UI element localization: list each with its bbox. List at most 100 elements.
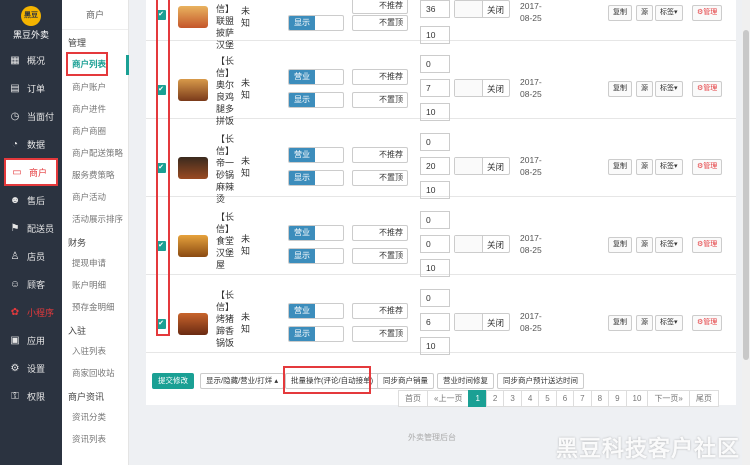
scrollbar-thumb[interactable] [743, 30, 749, 360]
sort-input[interactable]: 7 [420, 79, 450, 97]
sort-input[interactable]: 36 [420, 0, 450, 18]
tags-button[interactable]: 标签▾ [655, 315, 683, 331]
source-button[interactable]: 源 [636, 159, 653, 175]
manage-button[interactable]: ⚙管理 [692, 81, 723, 97]
sort-input-0[interactable]: 0 [420, 55, 450, 73]
source-button[interactable]: 源 [636, 237, 653, 253]
nav-item[interactable]: ▣ 应用 [0, 326, 62, 354]
nav-item[interactable]: ▤ 订单 [0, 74, 62, 102]
close-switch[interactable]: 关闭 [454, 157, 510, 175]
nav-item[interactable]: ☺ 顾客 [0, 270, 62, 298]
sub-nav-item[interactable]: 活动展示排序 [62, 208, 128, 230]
page-link[interactable]: 尾页 [688, 390, 719, 407]
nav-item[interactable]: ⚙ 设置 [0, 354, 62, 382]
tags-button[interactable]: 标签▾ [655, 237, 683, 253]
nav-item[interactable]: ▦ 概况 [0, 46, 62, 74]
pin-toggle[interactable]: 不置顶 [352, 248, 408, 264]
nav-item[interactable]: ♙ 店员 [0, 242, 62, 270]
sort-input-0[interactable]: 0 [420, 289, 450, 307]
nav-item[interactable]: ◷ 当面付 [0, 102, 62, 130]
sort-input[interactable]: 0 [420, 235, 450, 253]
source-button[interactable]: 源 [636, 5, 653, 21]
manage-button[interactable]: ⚙管理 [692, 5, 723, 21]
nav-item[interactable]: ▭ 商户 [4, 158, 58, 186]
copy-button[interactable]: 复制 [608, 159, 632, 175]
sub-nav-item[interactable]: 商户账户 [62, 76, 128, 98]
sub-nav-item[interactable]: 商户进件 [62, 98, 128, 120]
close-switch[interactable]: 关闭 [454, 79, 510, 97]
sub-nav-item[interactable]: 账户明细 [62, 274, 128, 296]
display-toggle[interactable]: 显示 [288, 92, 344, 108]
page-link[interactable]: 6 [555, 390, 575, 407]
sync-delivery-time-button[interactable]: 同步商户预计送达时间 [497, 373, 584, 389]
sub-nav-item[interactable]: 提现申请 [62, 252, 128, 274]
sort-input[interactable]: 20 [420, 157, 450, 175]
pin-toggle[interactable]: 不置顶 [352, 92, 408, 108]
pin-toggle[interactable]: 不置顶 [352, 15, 408, 31]
page-link[interactable]: 下一页» [647, 390, 690, 407]
tags-button[interactable]: 标签▾ [655, 5, 683, 21]
page-link[interactable]: «上一页 [427, 390, 470, 407]
sub-nav-item[interactable]: 商户配送策略 [62, 142, 128, 164]
sort-input-0[interactable]: 0 [420, 211, 450, 229]
manage-button[interactable]: ⚙管理 [692, 237, 723, 253]
nav-item[interactable]: ◔ 数据 [0, 130, 62, 158]
tags-button[interactable]: 标签▾ [655, 81, 683, 97]
display-toggle[interactable]: 显示 [288, 326, 344, 342]
close-switch[interactable]: 关闭 [454, 313, 510, 331]
sort-input-2[interactable]: 10 [420, 337, 450, 355]
nav-item[interactable]: ⚿ 权限 [0, 382, 62, 410]
source-button[interactable]: 源 [636, 315, 653, 331]
copy-button[interactable]: 复制 [608, 5, 632, 21]
recommend-toggle[interactable]: 不推荐 [352, 303, 408, 319]
recommend-toggle[interactable]: 不推荐 [352, 147, 408, 163]
sub-nav-item[interactable]: 资讯分类 [62, 406, 128, 428]
page-link[interactable]: 4 [520, 390, 540, 407]
recommend-toggle[interactable]: 不推荐 [352, 0, 408, 14]
sort-input-0[interactable]: 0 [420, 133, 450, 151]
page-link[interactable]: 2 [485, 390, 505, 407]
pin-toggle[interactable]: 不置顶 [352, 326, 408, 342]
sub-nav-item[interactable]: 商家回收站 [62, 362, 128, 384]
page-link[interactable]: 10 [625, 390, 649, 407]
page-link[interactable]: 1 [468, 390, 487, 407]
open-toggle[interactable]: 营业 [288, 225, 344, 241]
sub-nav-item[interactable]: 入驻列表 [62, 340, 128, 362]
display-toggle[interactable]: 显示 [288, 170, 344, 186]
source-button[interactable]: 源 [636, 81, 653, 97]
recommend-toggle[interactable]: 不推荐 [352, 225, 408, 241]
open-toggle[interactable]: 营业 [288, 69, 344, 85]
fix-hours-button[interactable]: 营业时间修复 [437, 373, 494, 389]
nav-item[interactable]: ✿ 小程序 [0, 298, 62, 326]
open-toggle[interactable]: 营业 [288, 147, 344, 163]
nav-item[interactable]: ⚑ 配送员 [0, 214, 62, 242]
sort-input[interactable]: 6 [420, 313, 450, 331]
submit-changes-button[interactable]: 提交修改 [152, 373, 194, 389]
sub-nav-item[interactable]: 资讯列表 [62, 428, 128, 450]
copy-button[interactable]: 复制 [608, 81, 632, 97]
display-toggle[interactable]: 显示 [288, 248, 344, 264]
copy-button[interactable]: 复制 [608, 237, 632, 253]
recommend-toggle[interactable]: 不推荐 [352, 69, 408, 85]
page-link[interactable]: 8 [590, 390, 610, 407]
display-toggle[interactable]: 显示 [288, 15, 344, 31]
pin-toggle[interactable]: 不置顶 [352, 170, 408, 186]
page-link[interactable]: 7 [573, 390, 592, 407]
page-link[interactable]: 3 [503, 390, 522, 407]
open-toggle[interactable]: 营业 [288, 303, 344, 319]
nav-item[interactable]: ☻ 售后 [0, 186, 62, 214]
page-link[interactable]: 首页 [398, 390, 428, 407]
sub-nav-item[interactable]: 商户列表 [66, 52, 108, 76]
manage-button[interactable]: ⚙管理 [692, 315, 723, 331]
sub-nav-item[interactable]: 预存金明细 [62, 296, 128, 318]
sub-nav-item[interactable]: 服务费策略 [62, 164, 128, 186]
display-status-dropdown[interactable]: 显示/隐藏/营业/打烊 ▴ [200, 373, 285, 389]
sync-sales-button[interactable]: 同步商户销量 [377, 373, 434, 389]
page-link[interactable]: 5 [538, 390, 557, 407]
close-switch[interactable]: 关闭 [454, 0, 510, 18]
manage-button[interactable]: ⚙管理 [692, 159, 723, 175]
tags-button[interactable]: 标签▾ [655, 159, 683, 175]
page-link[interactable]: 9 [608, 390, 627, 407]
sub-nav-item[interactable]: 商户活动 [62, 186, 128, 208]
sub-nav-item[interactable]: 商户商圈 [62, 120, 128, 142]
